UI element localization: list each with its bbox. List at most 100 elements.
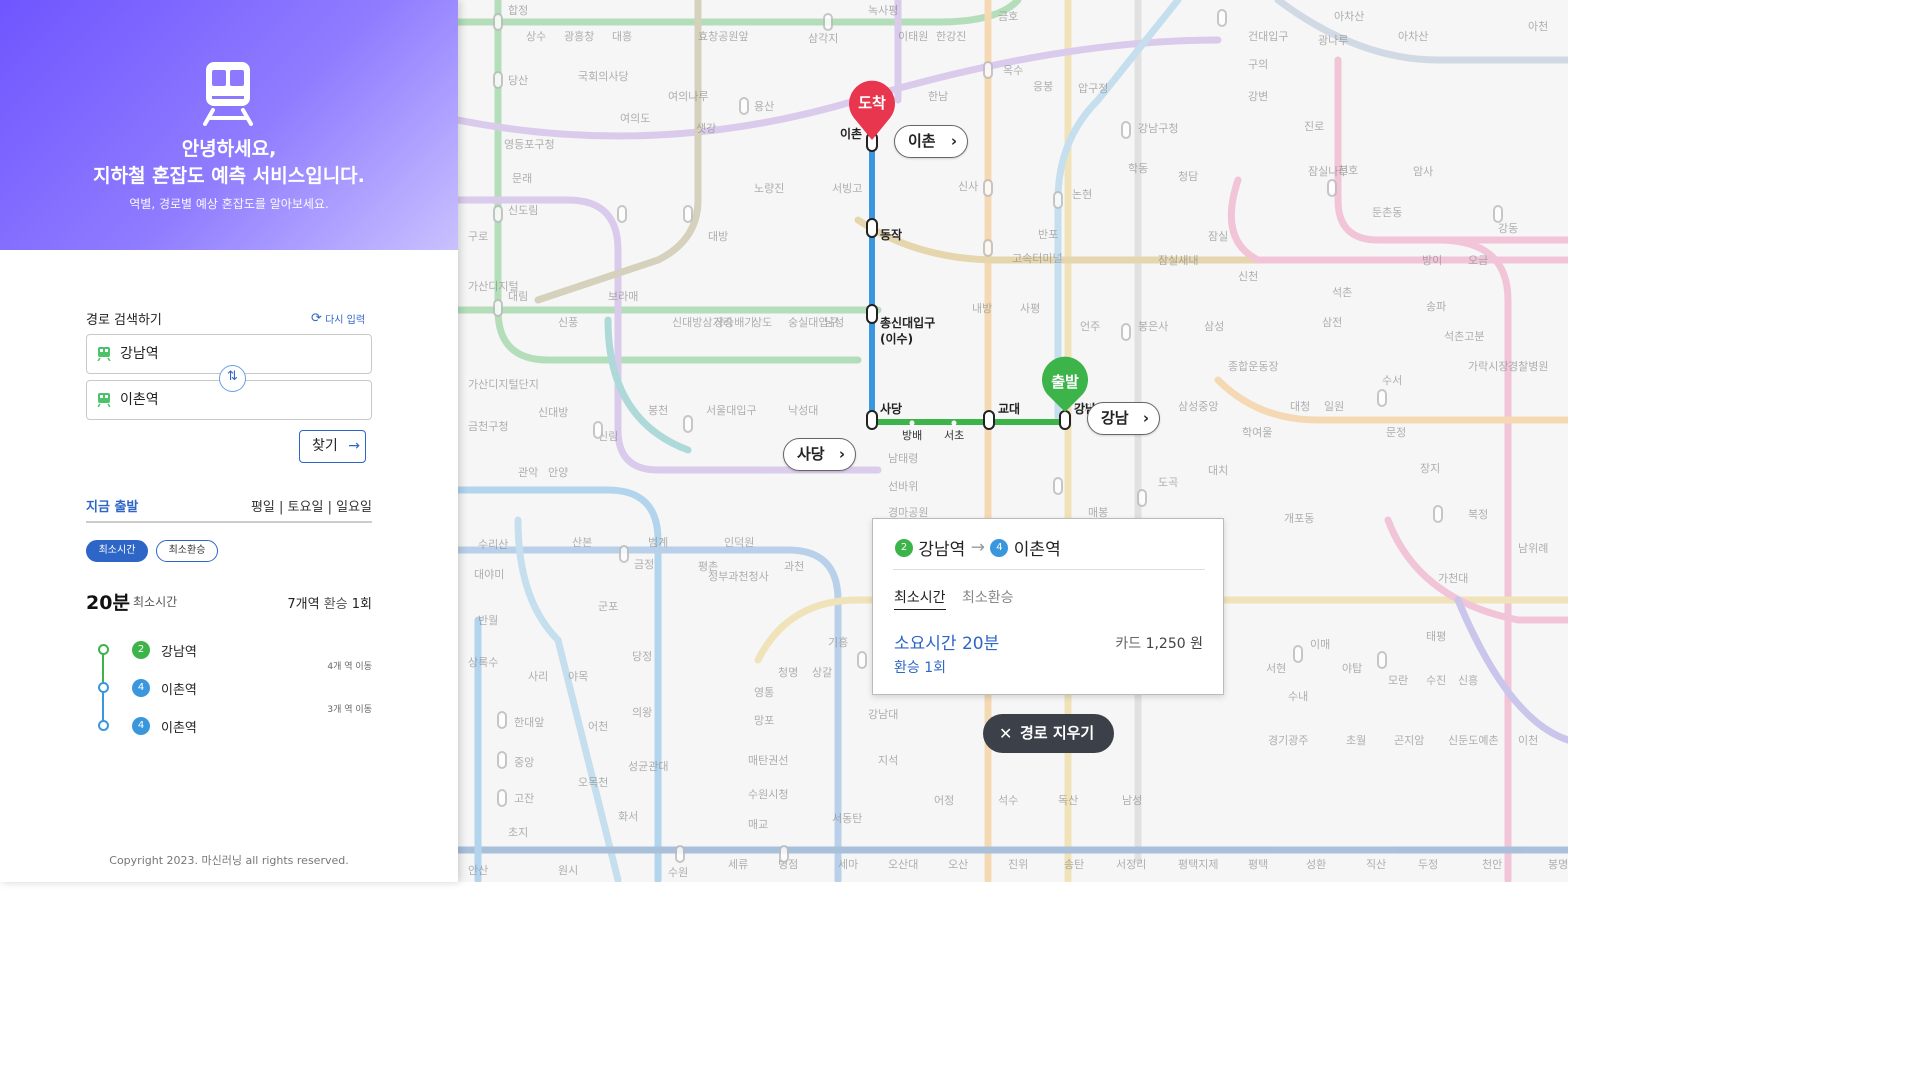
tab-saturday[interactable]: 토요일 <box>288 500 324 515</box>
svg-text:한남: 한남 <box>928 90 948 103</box>
svg-text:구의: 구의 <box>1248 58 1268 71</box>
svg-text:압구정: 압구정 <box>1078 82 1108 95</box>
find-label: 찾기 <box>312 438 338 454</box>
svg-text:세류: 세류 <box>728 858 748 871</box>
svg-text:국회의사당: 국회의사당 <box>578 70 629 83</box>
svg-text:상도: 상도 <box>752 316 772 329</box>
route-segment-info: 3개 역 이동 <box>327 705 372 715</box>
svg-text:봉천: 봉천 <box>648 403 668 417</box>
reset-label: 다시 입력 <box>325 315 366 326</box>
svg-text:가산디지털단지: 가산디지털단지 <box>468 378 539 391</box>
hero-banner: 안녕하세요, 지하철 혼잡도 예측 서비스입니다. 역별, 경로별 예상 혼잡도… <box>0 0 458 250</box>
svg-text:방이: 방이 <box>1422 254 1442 267</box>
svg-text:대청: 대청 <box>1290 400 1310 413</box>
svg-text:학여울: 학여울 <box>1242 426 1272 439</box>
tab-separator: | <box>279 500 284 515</box>
svg-text:종합운동장: 종합운동장 <box>1228 360 1279 373</box>
svg-text:석수: 석수 <box>998 794 1018 807</box>
find-button[interactable]: 찾기 → <box>299 430 366 463</box>
route-segment-info: 4개 역 이동 <box>327 662 372 672</box>
timeline-dot <box>98 644 109 655</box>
departure-pin-label: 출발 <box>1051 373 1079 391</box>
card-to-station: 이촌역 <box>1013 540 1061 560</box>
svg-text:아천: 아천 <box>1528 19 1548 33</box>
card-divider <box>893 569 1205 570</box>
svg-text:안양: 안양 <box>548 466 568 479</box>
svg-text:장지: 장지 <box>1420 462 1440 475</box>
svg-text:이태원: 이태원 <box>898 30 928 43</box>
origin-value: 강남역 <box>120 346 159 362</box>
destination-value: 이촌역 <box>120 392 159 408</box>
line-2-badge: 2 <box>895 538 913 557</box>
filter-min-time[interactable]: 최소시간 <box>86 540 148 562</box>
svg-text:과천: 과천 <box>784 559 804 573</box>
svg-text:초월: 초월 <box>1346 734 1366 747</box>
svg-text:석촌: 석촌 <box>1332 286 1352 299</box>
route-detail-card: 2 강남역 → 4 이촌역 최소시간 최소환승 소요시간 20분 환승 1회 카… <box>872 518 1224 695</box>
tab-weekday[interactable]: 평일 <box>251 500 275 515</box>
tab-separator: | <box>327 500 332 515</box>
svg-text:도곡: 도곡 <box>1158 476 1178 489</box>
card-route-header: 2 강남역 → 4 이촌역 <box>895 535 1061 560</box>
svg-text:내방: 내방 <box>972 302 992 315</box>
timeline-dot <box>98 720 109 731</box>
svg-text:오목천: 오목천 <box>578 775 608 789</box>
swap-stations-button[interactable]: ⇅ <box>219 365 246 392</box>
card-tab-min-time[interactable]: 최소시간 <box>894 587 946 610</box>
svg-text:성균관대: 성균관대 <box>628 760 668 773</box>
station-label-ichon: 이촌 <box>840 127 863 141</box>
reset-input-button[interactable]: ⟳ 다시 입력 <box>311 311 365 326</box>
svg-text:서정리: 서정리 <box>1116 858 1146 871</box>
svg-text:남성: 남성 <box>824 316 844 329</box>
svg-text:고속터미널: 고속터미널 <box>1012 252 1063 265</box>
hero-subtitle: 역별, 경로별 예상 혼잡도를 알아보세요. <box>129 197 329 211</box>
card-tab-min-transfer[interactable]: 최소환승 <box>962 587 1014 607</box>
svg-text:평택지제: 평택지제 <box>1178 858 1218 871</box>
svg-text:일원: 일원 <box>1324 399 1344 413</box>
filter-min-transfer[interactable]: 최소환승 <box>156 540 218 562</box>
route-stop-dongjak <box>866 218 878 238</box>
svg-text:서빙고: 서빙고 <box>832 182 862 195</box>
svg-text:서동탄: 서동탄 <box>832 812 862 825</box>
svg-text:수리산: 수리산 <box>478 538 508 551</box>
route-stop-name: 이촌역 <box>161 721 197 736</box>
svg-text:오산: 오산 <box>948 858 968 871</box>
gangnam-station-callout[interactable]: 강남 › <box>1087 402 1160 435</box>
summary-duration: 20분 <box>86 592 130 614</box>
svg-text:직산: 직산 <box>1366 858 1386 871</box>
svg-text:청담: 청담 <box>1178 170 1198 183</box>
tab-sunday[interactable]: 일요일 <box>336 500 372 515</box>
sadang-station-callout[interactable]: 사당 › <box>783 438 856 471</box>
tabs-divider <box>86 521 372 523</box>
ichon-station-callout[interactable]: 이촌 › <box>894 125 968 158</box>
svg-text:옥수: 옥수 <box>1003 64 1023 77</box>
svg-text:학동: 학동 <box>1128 162 1148 175</box>
svg-text:개포동: 개포동 <box>1284 512 1314 525</box>
svg-text:응봉: 응봉 <box>1033 80 1053 93</box>
svg-text:군포: 군포 <box>598 600 618 613</box>
summary-stats: 7개역 환승 1회 <box>287 593 372 612</box>
svg-text:가락시장: 가락시장 <box>1468 360 1508 373</box>
svg-text:한강진: 한강진 <box>936 30 966 43</box>
svg-text:세마: 세마 <box>838 858 858 871</box>
svg-text:용산: 용산 <box>754 100 774 113</box>
svg-text:언주: 언주 <box>1080 320 1100 333</box>
callout-label: 강남 <box>1101 409 1129 427</box>
swap-icon: ⇅ <box>227 369 238 384</box>
clear-route-button[interactable]: ✕ 경로 지우기 <box>983 714 1114 753</box>
svg-text:강동: 강동 <box>1498 222 1518 235</box>
svg-text:천호: 천호 <box>1338 163 1358 177</box>
svg-text:아차산: 아차산 <box>1398 30 1428 43</box>
svg-text:상록수: 상록수 <box>468 656 498 669</box>
svg-text:대흥: 대흥 <box>612 29 632 43</box>
svg-text:금정: 금정 <box>634 558 654 571</box>
svg-text:금호: 금호 <box>998 10 1018 23</box>
timeline-segment <box>102 654 104 684</box>
svg-text:당정: 당정 <box>632 650 652 663</box>
svg-text:대야미: 대야미 <box>474 568 504 581</box>
station-label-dongjak: 동작 <box>880 228 903 242</box>
tab-now[interactable]: 지금 출발 <box>86 496 138 515</box>
svg-text:강남구청: 강남구청 <box>1138 122 1178 135</box>
svg-text:녹사평: 녹사평 <box>868 4 898 17</box>
card-from-station: 강남역 <box>918 540 966 560</box>
